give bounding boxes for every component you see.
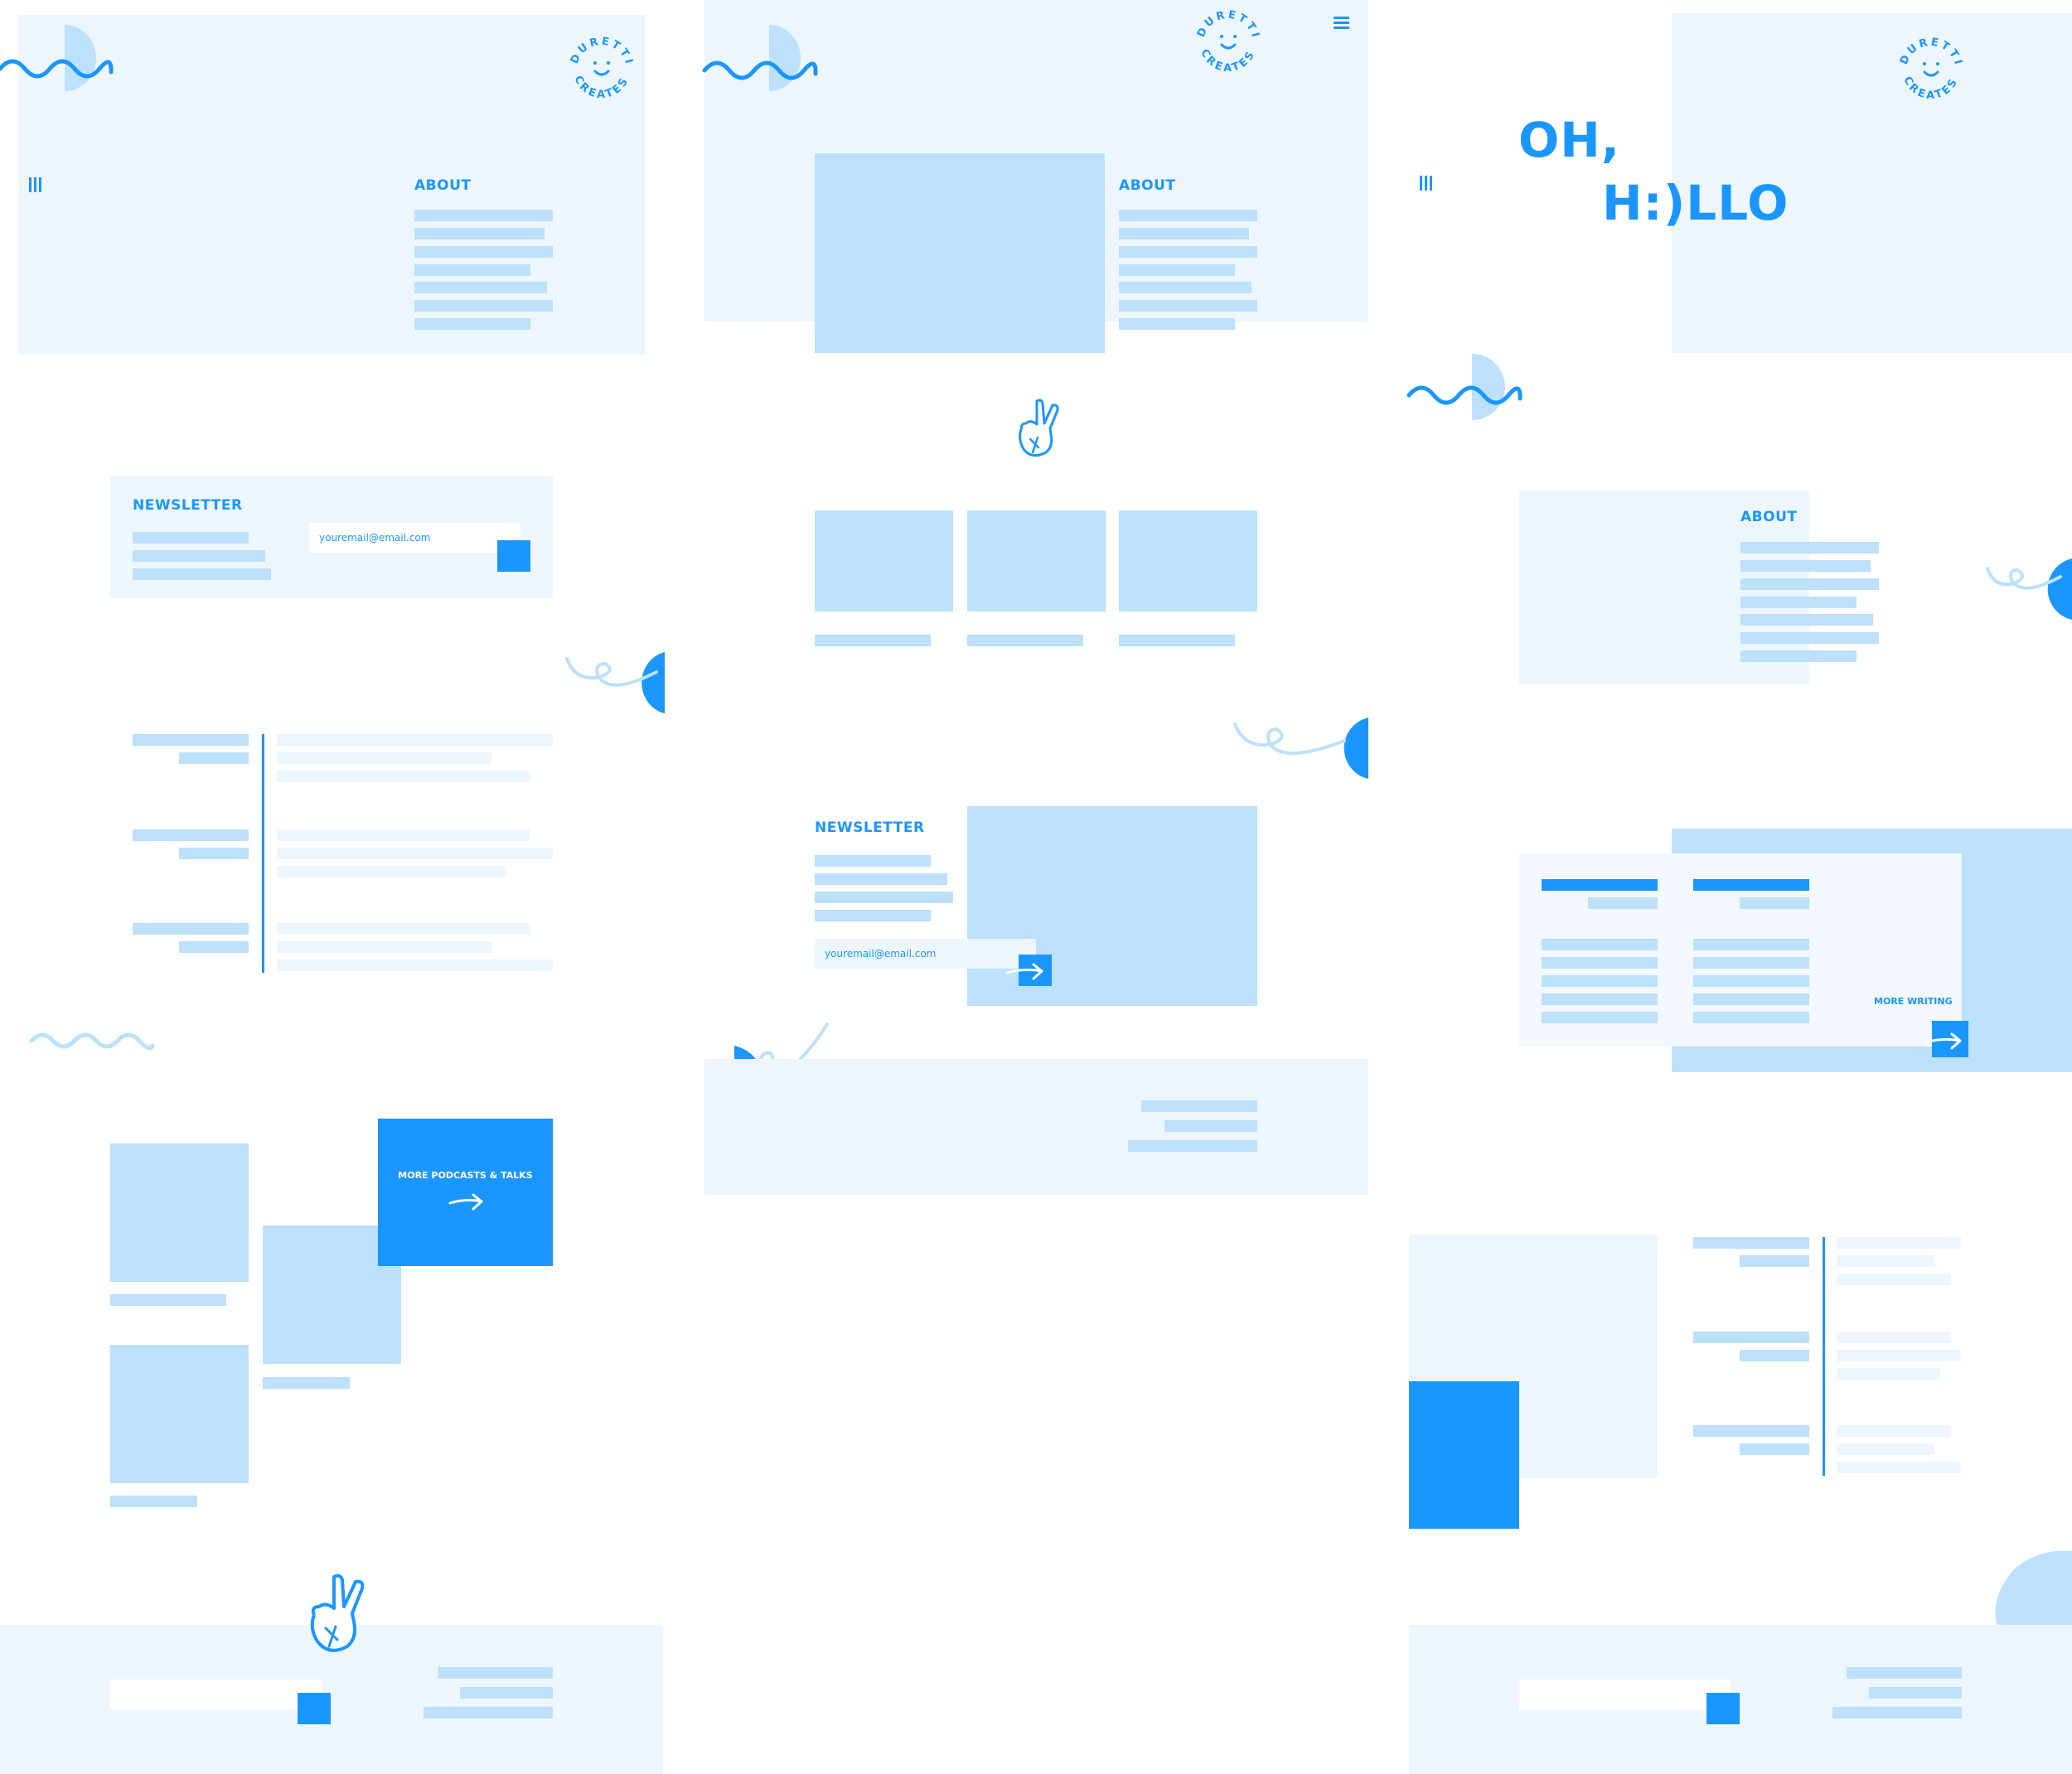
- wave-moon-decoration: [1406, 354, 1523, 420]
- more-podcasts-label: MORE PODCASTS & TALKS: [398, 1170, 533, 1181]
- smiley-face-icon: DURETTI CREATES: [1898, 36, 1965, 102]
- footer-submit-button[interactable]: [298, 1693, 331, 1724]
- brand-logo[interactable]: DURETTI CREATES: [1890, 27, 1973, 110]
- more-writing-label[interactable]: MORE WRITING: [1874, 996, 1953, 1007]
- podcast-caption: [110, 1496, 197, 1507]
- peace-hand-icon: [310, 1573, 365, 1652]
- svg-text:CREATES: CREATES: [571, 74, 632, 101]
- project-card[interactable]: [1119, 510, 1257, 611]
- curl-moon-decoration: [1986, 558, 2072, 620]
- footer-submit-button[interactable]: [1706, 1693, 1740, 1724]
- about-image: [815, 153, 1105, 353]
- podcast-card[interactable]: [110, 1143, 249, 1282]
- project-caption: [815, 635, 931, 646]
- newsletter-heading: NEWSLETTER: [133, 497, 243, 514]
- curl-moon-decoration: [1233, 718, 1368, 779]
- footer-input[interactable]: [1519, 1680, 1731, 1709]
- project-card[interactable]: [967, 510, 1106, 611]
- vertical-bars-menu-icon[interactable]: [1420, 176, 1436, 192]
- wave-decoration: [29, 1032, 155, 1051]
- vertical-bars-menu-icon[interactable]: [29, 177, 46, 194]
- wave-moon-decoration: [0, 25, 114, 91]
- svg-text:CREATES: CREATES: [1900, 75, 1961, 102]
- wave-moon-decoration: [702, 25, 818, 91]
- project-caption: [967, 635, 1083, 646]
- footer-panel: [704, 1059, 1368, 1195]
- subscribe-button[interactable]: [497, 540, 530, 572]
- submit-button[interactable]: [1005, 955, 1052, 986]
- project-caption: [1119, 635, 1235, 646]
- podcast-caption: [110, 1294, 226, 1306]
- peace-hand-icon: [1019, 399, 1059, 457]
- footer-input[interactable]: [110, 1680, 322, 1709]
- footer-panel: [1409, 1625, 2072, 1774]
- about-heading: ABOUT: [1740, 509, 1798, 525]
- email-field[interactable]: youremail@email.com: [815, 939, 1036, 969]
- brand-logo[interactable]: DURETTI CREATES: [560, 27, 643, 109]
- timeline-accent-block: [1409, 1381, 1519, 1529]
- arrow-right-icon: [1005, 963, 1043, 980]
- email-field[interactable]: youremail@email.com: [309, 523, 520, 553]
- hero-title-line-1: OH,: [1518, 112, 1620, 168]
- svg-text:DURETTI: DURETTI: [1898, 36, 1965, 68]
- more-podcasts-button[interactable]: MORE PODCASTS & TALKS: [378, 1119, 553, 1266]
- newsletter-heading: NEWSLETTER: [815, 819, 925, 836]
- podcast-caption: [263, 1377, 350, 1389]
- arrow-right-icon: [448, 1193, 483, 1211]
- hamburger-menu-icon[interactable]: [1334, 17, 1350, 31]
- svg-text:DURETTI: DURETTI: [569, 36, 636, 67]
- svg-text:CREATES: CREATES: [1198, 47, 1258, 75]
- about-heading: ABOUT: [414, 177, 472, 194]
- hero-title-line-2: H:)LLO: [1602, 175, 1789, 231]
- about-heading: ABOUT: [1119, 177, 1176, 194]
- project-card[interactable]: [815, 510, 953, 611]
- brand-logo[interactable]: DURETTI CREATES: [1187, 0, 1270, 83]
- smiley-face-icon: DURETTI CREATES: [1195, 9, 1262, 75]
- svg-text:DURETTI: DURETTI: [1195, 9, 1262, 41]
- podcast-card[interactable]: [110, 1345, 249, 1483]
- curl-moon-decoration: [565, 652, 665, 713]
- more-writing-button[interactable]: [1924, 1021, 1968, 1057]
- smiley-face-icon: DURETTI CREATES: [569, 36, 636, 101]
- arrow-right-icon: [1924, 1032, 1962, 1050]
